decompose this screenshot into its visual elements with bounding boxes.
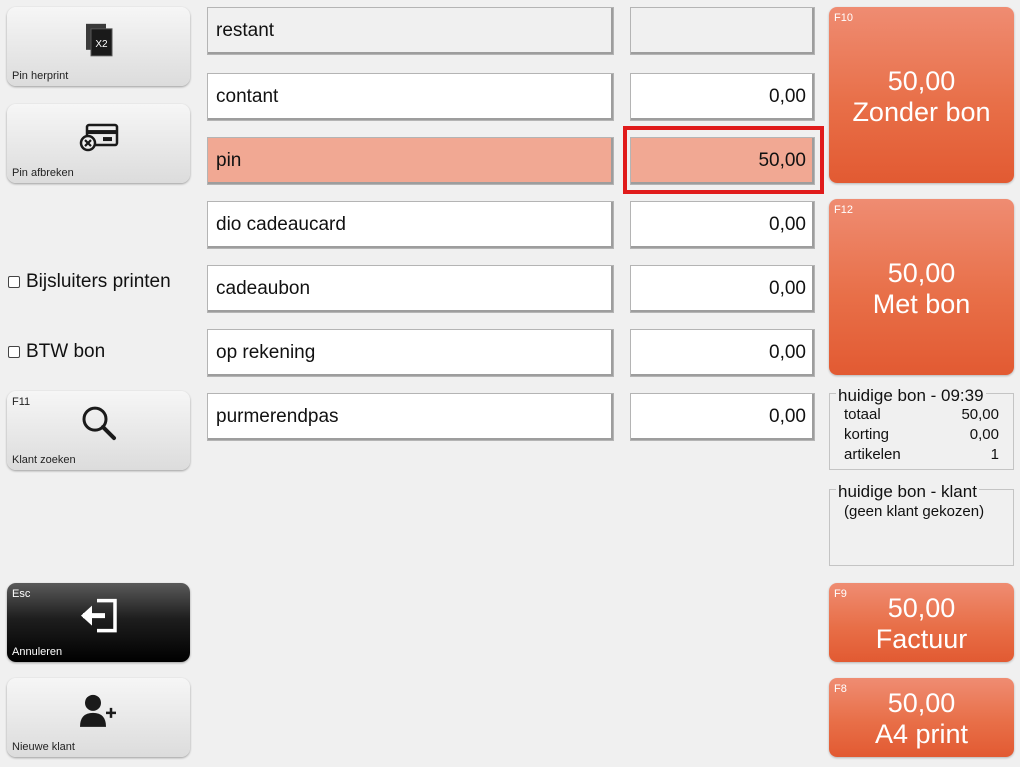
payment-row-gift-voucher[interactable]: cadeaubon [207, 265, 614, 313]
payment-method-label: purmerendpas [216, 406, 339, 427]
finish-with-receipt-button[interactable]: F12 50,00 Met bon [829, 199, 1014, 375]
payment-amount: 0,00 [769, 342, 806, 363]
on-account-amount-input[interactable]: 0,00 [630, 329, 815, 377]
new-customer-button[interactable]: Nieuwe klant [7, 678, 190, 757]
without-receipt-key: F10 [834, 12, 853, 24]
invoice-amount: 50,00 [887, 593, 956, 623]
payment-method-label: pin [216, 150, 242, 171]
svg-text:X2: X2 [95, 38, 108, 49]
receipt-summary-row: totaal 50,00 [844, 406, 999, 423]
vat-receipt-checkbox[interactable]: BTW bon [8, 340, 198, 364]
customer-search-button[interactable]: F11 Klant zoeken [7, 391, 190, 470]
card-cancel-icon [79, 121, 119, 158]
without-receipt-label: Zonder bon [852, 97, 991, 127]
receipt-summary-row: korting 0,00 [844, 426, 999, 443]
vat-receipt-checkbox-box[interactable] [8, 346, 20, 358]
remaining-label: restant [216, 20, 275, 41]
dio-giftcard-amount-input[interactable]: 0,00 [630, 201, 815, 249]
payment-method-label: cadeaubon [216, 278, 311, 299]
payment-row-pin[interactable]: pin [207, 137, 614, 185]
without-receipt-amount: 50,00 [887, 66, 956, 96]
a4-print-key: F8 [834, 683, 847, 695]
exit-icon [79, 597, 119, 638]
pin-amount-highlight [623, 126, 824, 194]
reprint-x2-icon: X2 [84, 22, 114, 61]
pin-reprint-button[interactable]: X2 Pin herprint [7, 7, 190, 86]
receipt-customer-box: huidige bon - klant (geen klant gekozen) [829, 482, 1014, 566]
invoice-key: F9 [834, 588, 847, 600]
receipt-customer-value: (geen klant gekozen) [844, 503, 985, 520]
payment-row-cash[interactable]: contant [207, 73, 614, 121]
cancel-key: Esc [12, 588, 31, 600]
payment-amount: 0,00 [769, 278, 806, 299]
summary-value: 1 [990, 446, 999, 463]
cash-amount-input[interactable]: 0,00 [630, 73, 815, 121]
payment-amount: 0,00 [769, 86, 806, 107]
gift-voucher-amount-input[interactable]: 0,00 [630, 265, 815, 313]
customer-search-key: F11 [12, 396, 31, 408]
invoice-label: Factuur [875, 624, 968, 654]
with-receipt-key: F12 [834, 204, 853, 216]
pin-cancel-label: Pin afbreken [12, 167, 74, 179]
purmerendpas-amount-input[interactable]: 0,00 [630, 393, 815, 441]
payment-row-dio-giftcard[interactable]: dio cadeaucard [207, 201, 614, 249]
cancel-label: Annuleren [12, 646, 63, 658]
receipt-summary-box: huidige bon - 09:39 totaal 50,00 korting… [829, 386, 1014, 470]
summary-label: totaal [844, 406, 881, 423]
receipt-summary-title: huidige bon - 09:39 [836, 386, 986, 406]
pin-cancel-button[interactable]: Pin afbreken [7, 104, 190, 183]
payment-method-label: dio cadeaucard [216, 214, 346, 235]
summary-label: artikelen [844, 446, 901, 463]
leaflets-checkbox[interactable]: Bijsluiters printen [8, 270, 198, 294]
cancel-button[interactable]: Esc Annuleren [7, 583, 190, 662]
vat-receipt-checkbox-label: BTW bon [26, 341, 106, 362]
remaining-amount-field [630, 7, 815, 55]
receipt-summary-row: artikelen 1 [844, 446, 999, 463]
receipt-customer-title: huidige bon - klant [836, 482, 979, 502]
summary-value: 50,00 [961, 406, 999, 423]
finish-without-receipt-button[interactable]: F10 50,00 Zonder bon [829, 7, 1014, 183]
receipt-customer-row: (geen klant gekozen) [844, 503, 999, 520]
new-customer-label: Nieuwe klant [12, 741, 75, 753]
leaflets-checkbox-label: Bijsluiters printen [26, 271, 171, 292]
payment-method-label: op rekening [216, 342, 316, 363]
payment-amount: 0,00 [769, 406, 806, 427]
payment-amount: 0,00 [769, 214, 806, 235]
leaflets-checkbox-box[interactable] [8, 276, 20, 288]
a4-print-amount: 50,00 [887, 688, 956, 718]
add-user-icon [79, 693, 119, 732]
invoice-button[interactable]: F9 50,00 Factuur [829, 583, 1014, 662]
payment-row-on-account[interactable]: op rekening [207, 329, 614, 377]
summary-value: 0,00 [969, 426, 999, 443]
a4-print-button[interactable]: F8 50,00 A4 print [829, 678, 1014, 757]
remaining-label-field: restant [207, 7, 614, 55]
summary-label: korting [844, 426, 890, 443]
customer-search-label: Klant zoeken [12, 454, 76, 466]
with-receipt-label: Met bon [872, 289, 971, 319]
pin-reprint-label: Pin herprint [12, 70, 69, 82]
with-receipt-amount: 50,00 [887, 258, 956, 288]
a4-print-label: A4 print [874, 719, 969, 749]
payment-method-label: contant [216, 86, 279, 107]
payment-row-purmerendpas[interactable]: purmerendpas [207, 393, 614, 441]
search-icon [79, 403, 119, 448]
